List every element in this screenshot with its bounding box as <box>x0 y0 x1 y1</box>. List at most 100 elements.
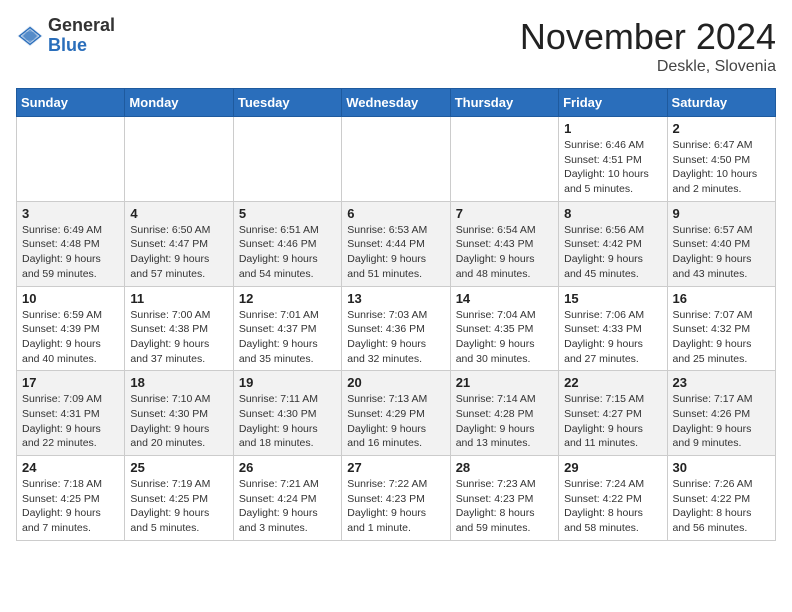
day-info: Sunrise: 6:49 AM Sunset: 4:48 PM Dayligh… <box>22 223 119 282</box>
day-number: 20 <box>347 375 444 390</box>
calendar-cell: 17 Sunrise: 7:09 AM Sunset: 4:31 PM Dayli… <box>17 371 125 456</box>
day-info: Sunrise: 7:22 AM Sunset: 4:23 PM Dayligh… <box>347 477 444 536</box>
title-block: November 2024 Deskle, Slovenia <box>520 16 776 76</box>
day-number: 15 <box>564 291 661 306</box>
calendar-cell <box>342 117 450 202</box>
calendar-cell: 8 Sunrise: 6:56 AM Sunset: 4:42 PM Daylig… <box>559 201 667 286</box>
day-info: Sunrise: 6:54 AM Sunset: 4:43 PM Dayligh… <box>456 223 553 282</box>
day-info: Sunrise: 7:14 AM Sunset: 4:28 PM Dayligh… <box>456 392 553 451</box>
calendar-cell: 5 Sunrise: 6:51 AM Sunset: 4:46 PM Daylig… <box>233 201 341 286</box>
day-info: Sunrise: 6:51 AM Sunset: 4:46 PM Dayligh… <box>239 223 336 282</box>
day-number: 4 <box>130 206 227 221</box>
day-info: Sunrise: 7:24 AM Sunset: 4:22 PM Dayligh… <box>564 477 661 536</box>
day-number: 2 <box>673 121 770 136</box>
calendar-cell: 29Sunrise: 7:24 AM Sunset: 4:22 PM Dayli… <box>559 456 667 541</box>
calendar-week-3: 10Sunrise: 6:59 AM Sunset: 4:39 PM Dayli… <box>17 286 776 371</box>
day-number: 30 <box>673 460 770 475</box>
day-number: 12 <box>239 291 336 306</box>
day-number: 28 <box>456 460 553 475</box>
col-tuesday: Tuesday <box>233 89 341 117</box>
day-number: 21 <box>456 375 553 390</box>
day-info: Sunrise: 6:56 AM Sunset: 4:42 PM Dayligh… <box>564 223 661 282</box>
day-info: Sunrise: 7:01 AM Sunset: 4:37 PM Dayligh… <box>239 308 336 367</box>
day-info: Sunrise: 7:26 AM Sunset: 4:22 PM Dayligh… <box>673 477 770 536</box>
calendar-cell <box>233 117 341 202</box>
calendar-cell: 21 Sunrise: 7:14 AM Sunset: 4:28 PM Dayli… <box>450 371 558 456</box>
day-info: Sunrise: 6:59 AM Sunset: 4:39 PM Dayligh… <box>22 308 119 367</box>
day-info: Sunrise: 7:09 AM Sunset: 4:31 PM Dayligh… <box>22 392 119 451</box>
calendar-cell <box>450 117 558 202</box>
day-number: 9 <box>673 206 770 221</box>
calendar-cell: 10Sunrise: 6:59 AM Sunset: 4:39 PM Dayli… <box>17 286 125 371</box>
calendar-cell: 24 Sunrise: 7:18 AM Sunset: 4:25 PM Dayli… <box>17 456 125 541</box>
col-friday: Friday <box>559 89 667 117</box>
day-info: Sunrise: 6:46 AM Sunset: 4:51 PM Dayligh… <box>564 138 661 197</box>
calendar-cell: 25Sunrise: 7:19 AM Sunset: 4:25 PM Dayli… <box>125 456 233 541</box>
day-number: 5 <box>239 206 336 221</box>
calendar-cell: 2 Sunrise: 6:47 AM Sunset: 4:50 PM Daylig… <box>667 117 775 202</box>
day-number: 24 <box>22 460 119 475</box>
day-info: Sunrise: 7:04 AM Sunset: 4:35 PM Dayligh… <box>456 308 553 367</box>
calendar-cell: 19 Sunrise: 7:11 AM Sunset: 4:30 PM Dayli… <box>233 371 341 456</box>
calendar-cell: 15 Sunrise: 7:06 AM Sunset: 4:33 PM Dayli… <box>559 286 667 371</box>
logo: General Blue <box>16 16 115 56</box>
calendar-cell: 1 Sunrise: 6:46 AM Sunset: 4:51 PM Daylig… <box>559 117 667 202</box>
calendar-cell: 18Sunrise: 7:10 AM Sunset: 4:30 PM Dayli… <box>125 371 233 456</box>
day-number: 8 <box>564 206 661 221</box>
header-row: Sunday Monday Tuesday Wednesday Thursday… <box>17 89 776 117</box>
calendar-cell <box>125 117 233 202</box>
calendar-cell: 20Sunrise: 7:13 AM Sunset: 4:29 PM Dayli… <box>342 371 450 456</box>
day-number: 23 <box>673 375 770 390</box>
day-info: Sunrise: 7:18 AM Sunset: 4:25 PM Dayligh… <box>22 477 119 536</box>
day-number: 17 <box>22 375 119 390</box>
day-number: 14 <box>456 291 553 306</box>
calendar-cell: 4 Sunrise: 6:50 AM Sunset: 4:47 PM Daylig… <box>125 201 233 286</box>
day-number: 3 <box>22 206 119 221</box>
calendar-week-2: 3 Sunrise: 6:49 AM Sunset: 4:48 PM Daylig… <box>17 201 776 286</box>
day-number: 13 <box>347 291 444 306</box>
day-info: Sunrise: 6:47 AM Sunset: 4:50 PM Dayligh… <box>673 138 770 197</box>
calendar-cell: 13Sunrise: 7:03 AM Sunset: 4:36 PM Dayli… <box>342 286 450 371</box>
day-info: Sunrise: 6:50 AM Sunset: 4:47 PM Dayligh… <box>130 223 227 282</box>
calendar-cell: 27 Sunrise: 7:22 AM Sunset: 4:23 PM Dayli… <box>342 456 450 541</box>
location: Deskle, Slovenia <box>520 58 776 76</box>
col-monday: Monday <box>125 89 233 117</box>
day-number: 27 <box>347 460 444 475</box>
logo-blue: Blue <box>48 35 87 55</box>
calendar-cell: 16 Sunrise: 7:07 AM Sunset: 4:32 PM Dayli… <box>667 286 775 371</box>
day-info: Sunrise: 7:17 AM Sunset: 4:26 PM Dayligh… <box>673 392 770 451</box>
day-number: 7 <box>456 206 553 221</box>
calendar-week-1: 1 Sunrise: 6:46 AM Sunset: 4:51 PM Daylig… <box>17 117 776 202</box>
calendar-body: 1 Sunrise: 6:46 AM Sunset: 4:51 PM Daylig… <box>17 117 776 541</box>
day-info: Sunrise: 7:10 AM Sunset: 4:30 PM Dayligh… <box>130 392 227 451</box>
calendar-cell: 7 Sunrise: 6:54 AM Sunset: 4:43 PM Daylig… <box>450 201 558 286</box>
day-info: Sunrise: 7:15 AM Sunset: 4:27 PM Dayligh… <box>564 392 661 451</box>
day-number: 16 <box>673 291 770 306</box>
day-number: 19 <box>239 375 336 390</box>
day-info: Sunrise: 7:19 AM Sunset: 4:25 PM Dayligh… <box>130 477 227 536</box>
calendar-cell: 12 Sunrise: 7:01 AM Sunset: 4:37 PM Dayli… <box>233 286 341 371</box>
day-info: Sunrise: 7:21 AM Sunset: 4:24 PM Dayligh… <box>239 477 336 536</box>
day-info: Sunrise: 7:07 AM Sunset: 4:32 PM Dayligh… <box>673 308 770 367</box>
day-number: 1 <box>564 121 661 136</box>
day-info: Sunrise: 6:57 AM Sunset: 4:40 PM Dayligh… <box>673 223 770 282</box>
calendar-week-5: 24 Sunrise: 7:18 AM Sunset: 4:25 PM Dayli… <box>17 456 776 541</box>
logo-general: General <box>48 15 115 35</box>
calendar-cell: 30 Sunrise: 7:26 AM Sunset: 4:22 PM Dayli… <box>667 456 775 541</box>
col-thursday: Thursday <box>450 89 558 117</box>
day-info: Sunrise: 7:23 AM Sunset: 4:23 PM Dayligh… <box>456 477 553 536</box>
calendar-cell: 23 Sunrise: 7:17 AM Sunset: 4:26 PM Dayli… <box>667 371 775 456</box>
day-number: 22 <box>564 375 661 390</box>
calendar-header: Sunday Monday Tuesday Wednesday Thursday… <box>17 89 776 117</box>
day-info: Sunrise: 7:06 AM Sunset: 4:33 PM Dayligh… <box>564 308 661 367</box>
day-number: 26 <box>239 460 336 475</box>
calendar-cell: 14 Sunrise: 7:04 AM Sunset: 4:35 PM Dayli… <box>450 286 558 371</box>
col-saturday: Saturday <box>667 89 775 117</box>
page-header: General Blue November 2024 Deskle, Slove… <box>16 16 776 76</box>
col-sunday: Sunday <box>17 89 125 117</box>
month-title: November 2024 <box>520 16 776 58</box>
calendar-cell: 28 Sunrise: 7:23 AM Sunset: 4:23 PM Dayli… <box>450 456 558 541</box>
calendar-cell: 22 Sunrise: 7:15 AM Sunset: 4:27 PM Dayli… <box>559 371 667 456</box>
day-info: Sunrise: 7:11 AM Sunset: 4:30 PM Dayligh… <box>239 392 336 451</box>
calendar-week-4: 17 Sunrise: 7:09 AM Sunset: 4:31 PM Dayli… <box>17 371 776 456</box>
